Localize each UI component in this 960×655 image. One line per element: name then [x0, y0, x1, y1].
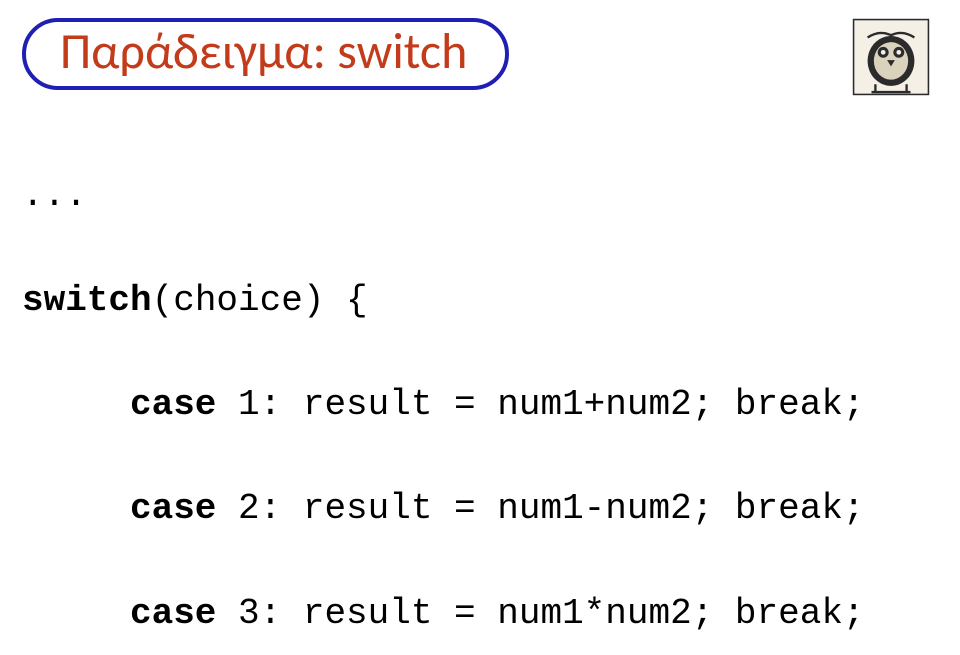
code-line: ... [22, 170, 938, 222]
slide: Παράδειγμα: switch ... switch(choice) { … [0, 0, 960, 655]
code-text: ... [22, 175, 87, 216]
owl-logo-icon [852, 18, 930, 96]
code-text: 1: result = num1+num2; break; [216, 384, 864, 425]
code-line: switch(choice) { [22, 275, 938, 327]
keyword-case: case [130, 384, 216, 425]
code-line: case 1: result = num1+num2; break; [22, 379, 938, 431]
code-text: 2: result = num1-num2; break; [216, 488, 864, 529]
keyword-switch: switch [22, 280, 152, 321]
keyword-case: case [130, 488, 216, 529]
slide-title: Παράδειγμα: switch [60, 27, 467, 77]
code-line: case 2: result = num1-num2; break; [22, 483, 938, 535]
title-box: Παράδειγμα: switch [22, 18, 509, 90]
code-line: case 3: result = num1*num2; break; [22, 588, 938, 640]
owl-icon [852, 18, 930, 96]
code-block: ... switch(choice) { case 1: result = nu… [22, 118, 938, 655]
code-text: (choice) { [152, 280, 368, 321]
keyword-case: case [130, 593, 216, 634]
code-text: 3: result = num1*num2; break; [216, 593, 864, 634]
